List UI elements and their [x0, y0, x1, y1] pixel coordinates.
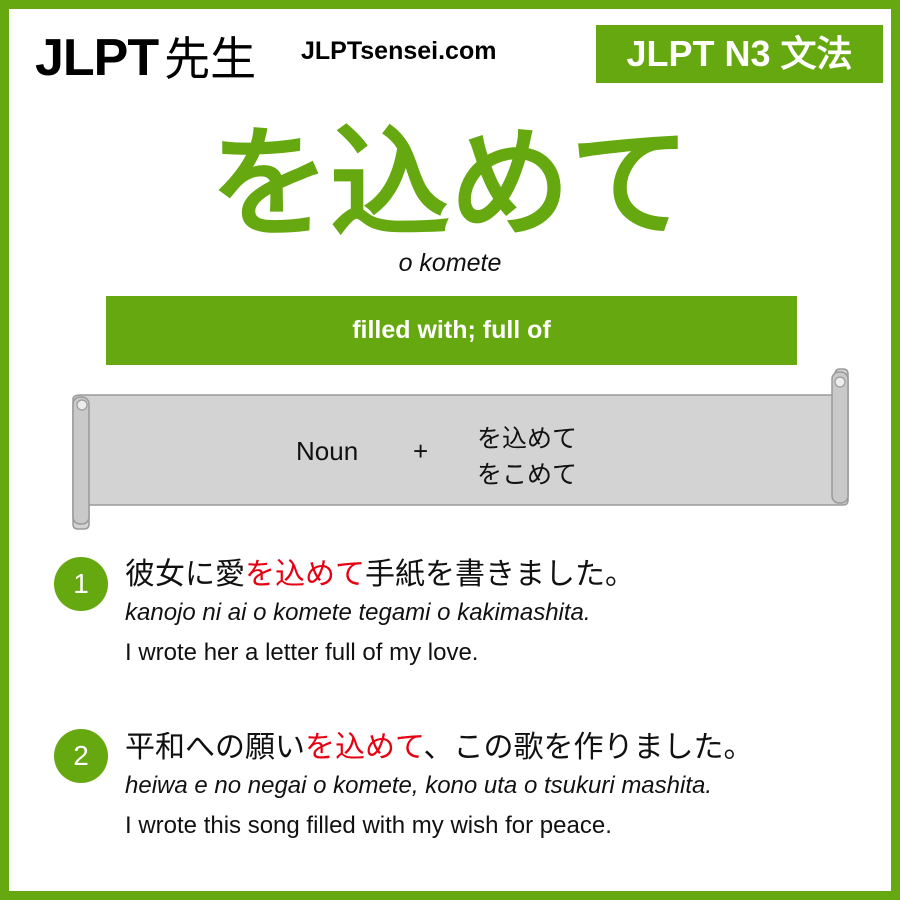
example-english: I wrote her a letter full of my love. — [125, 639, 479, 666]
example-romaji: heiwa e no negai o komete, kono uta o ts… — [125, 772, 713, 799]
formula-forms: を込めて をこめて — [477, 421, 577, 493]
grammar-card: JLPT 先生 JLPTsensei.com JLPT N3 文法 を込めて o … — [0, 0, 900, 900]
example-japanese: 平和への願いを込めて、この歌を作りました。 — [125, 722, 754, 766]
formula-form-kanji: を込めて — [477, 425, 578, 453]
example-romaji: kanojo ni ai o komete tegami o kakimashi… — [125, 599, 591, 626]
example-jp-before: 彼女に愛 — [125, 558, 245, 591]
example-number-badge: 2 — [54, 729, 108, 783]
example-jp-highlight: を込めて — [305, 731, 424, 764]
formula-form-kana: をこめて — [477, 461, 578, 489]
example-jp-after: 手紙を書きました。 — [365, 558, 635, 591]
example-english: I wrote this song filled with my wish fo… — [125, 812, 612, 839]
example-jp-highlight: を込めて — [245, 558, 365, 591]
example-jp-after: 、この歌を作りました。 — [423, 731, 754, 764]
formula-part: Noun — [296, 436, 359, 466]
example-number-badge: 1 — [54, 557, 108, 611]
example-japanese: 彼女に愛を込めて手紙を書きました。 — [125, 549, 635, 593]
example-jp-before: 平和への願い — [125, 731, 305, 764]
formula-plus: + — [413, 436, 429, 466]
